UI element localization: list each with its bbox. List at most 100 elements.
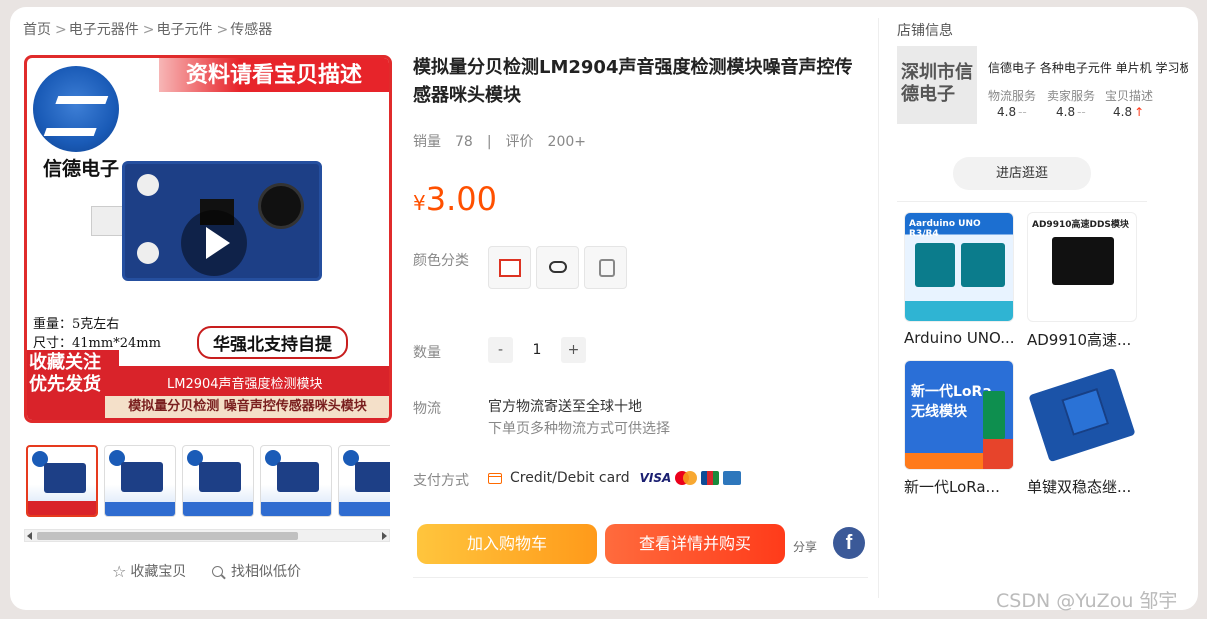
- color-option-2[interactable]: [536, 246, 579, 289]
- size-text: 尺寸：41mm*24mm: [33, 336, 161, 351]
- review-label: 评价: [505, 134, 534, 150]
- scroll-right-icon[interactable]: [382, 532, 387, 540]
- swatch-image: [499, 259, 521, 277]
- brand-logo-icon: [33, 66, 119, 152]
- microphone: [261, 186, 301, 226]
- store-logo[interactable]: 深圳市信德电子: [897, 46, 977, 124]
- thumbnail-strip: [24, 445, 390, 519]
- thumbnail-5[interactable]: [338, 445, 390, 517]
- color-label: 颜色分类: [413, 253, 469, 269]
- band-subtitle: 模拟量分贝检测 噪音声控传感器咪头模块: [105, 396, 389, 418]
- quantity-stepper: - 1 +: [488, 337, 586, 365]
- add-to-cart-button[interactable]: 加入购物车: [417, 524, 597, 564]
- board-picture: [915, 243, 955, 287]
- board-picture: [961, 243, 1005, 287]
- main-product-image[interactable]: 资料请看宝贝描述 信德电子 重量：5克左右 尺寸：41mm*24mm 华强北支持…: [24, 55, 392, 423]
- jcb-icon: [701, 471, 720, 485]
- shipping-line-1: 官方物流寄送至全球十地: [488, 399, 642, 415]
- band-title: LM2904声音强度检测模块: [167, 377, 323, 392]
- star-icon: ☆: [112, 561, 127, 581]
- board-picture: [1052, 237, 1114, 285]
- color-option-1[interactable]: [488, 246, 531, 289]
- store-name[interactable]: 信德电子 各种电子元件 单片机 学习板 模块: [988, 59, 1188, 76]
- quantity-minus-button[interactable]: -: [488, 337, 513, 363]
- breadcrumb-home[interactable]: 首页: [23, 22, 51, 38]
- currency-symbol: ¥: [413, 191, 426, 215]
- price-value: 3.00: [425, 180, 497, 218]
- thumbnail-3[interactable]: [182, 445, 254, 517]
- amex-icon: [723, 471, 742, 485]
- recommendation-name-2[interactable]: AD9910高速...: [1027, 329, 1139, 350]
- rec-header: AD9910高速DDS模块: [1032, 220, 1129, 230]
- thumb-band: [105, 502, 175, 516]
- share-label[interactable]: 分享: [793, 538, 817, 555]
- rec-header: Aarduino UNO R3/R4: [909, 219, 981, 239]
- recommendation-name-1[interactable]: Arduino UNO...: [904, 329, 1016, 347]
- service-score-logistics: 4.8 --: [997, 105, 1027, 119]
- breadcrumb-electronic-parts[interactable]: 电子元件: [156, 22, 212, 38]
- favorite-label: 收藏宝贝: [130, 564, 187, 580]
- thumbnail-2[interactable]: [104, 445, 176, 517]
- find-similar-button[interactable]: 找相似低价: [212, 561, 301, 581]
- thumb-band: [28, 501, 96, 515]
- rec-tag: [983, 439, 1013, 469]
- swatch-image: [549, 261, 567, 273]
- product-stats: 销量 78 | 评价 200+: [413, 131, 600, 151]
- rec-header-2: 无线模块: [911, 404, 967, 420]
- thumb-pcb: [121, 462, 163, 492]
- thumb-band: [183, 502, 253, 516]
- recommendation-name-3[interactable]: 新一代LoRa...: [904, 476, 1016, 497]
- favorite-tag-line1: 收藏关注: [29, 352, 101, 373]
- service-label-seller: 卖家服务: [1047, 89, 1096, 103]
- play-icon[interactable]: [181, 210, 247, 276]
- credit-card-icon: [488, 472, 502, 484]
- quantity-label: 数量: [413, 345, 441, 361]
- watermark: CSDN @YuZou 邹宇: [996, 590, 1178, 612]
- scrollbar-thumb[interactable]: [37, 532, 298, 540]
- thumbnail-4[interactable]: [260, 445, 332, 517]
- thumb-pcb: [277, 462, 319, 492]
- product-title: 模拟量分贝检测LM2904声音强度检测模块噪音声控传感器咪头模块: [413, 57, 853, 106]
- stats-divider: |: [486, 134, 492, 150]
- shipping-label: 物流: [413, 401, 441, 417]
- breadcrumb: 首页 > 电子元器件 > 电子元件 > 传感器: [23, 22, 273, 38]
- quantity-plus-button[interactable]: +: [561, 337, 586, 363]
- sales-value: 78: [455, 134, 473, 150]
- shipping-line-2: 下单页多种物流方式可供选择: [488, 421, 670, 437]
- sales-label: 销量: [413, 134, 441, 150]
- breadcrumb-sensors[interactable]: 传感器: [230, 22, 272, 38]
- mount-hole: [137, 242, 159, 264]
- thumbnail-scrollbar[interactable]: [24, 529, 390, 542]
- visit-store-button[interactable]: 进店逛逛: [953, 157, 1091, 190]
- facebook-share-icon[interactable]: f: [833, 527, 865, 559]
- payment-method-text: Credit/Debit card: [510, 470, 630, 486]
- quantity-input[interactable]: 1: [513, 337, 561, 365]
- search-icon: [212, 565, 223, 577]
- find-similar-label: 找相似低价: [231, 564, 301, 580]
- swatch-image: [599, 259, 615, 277]
- store-info-title: 店铺信息: [897, 23, 953, 39]
- favorite-button[interactable]: ☆ 收藏宝贝: [112, 561, 186, 581]
- thumb-band: [261, 502, 331, 516]
- review-value: 200+: [547, 134, 586, 150]
- color-option-3[interactable]: [584, 246, 627, 289]
- image-banner: 资料请看宝贝描述: [159, 58, 389, 92]
- recommendation-image-1[interactable]: Aarduino UNO R3/R4: [904, 212, 1014, 322]
- recommendation-image-2[interactable]: AD9910高速DDS模块: [1027, 212, 1137, 322]
- scroll-left-icon[interactable]: [27, 532, 32, 540]
- recommendation-name-4[interactable]: 单键双稳态继...: [1027, 476, 1139, 497]
- thumb-band: [339, 502, 390, 516]
- recommendation-image-4[interactable]: [1027, 360, 1137, 470]
- divider: [413, 577, 868, 578]
- arrow-up-icon: ↑: [1134, 105, 1145, 119]
- relay-picture: [1028, 367, 1136, 463]
- thumbnail-1[interactable]: [26, 445, 98, 517]
- payment-label: 支付方式: [413, 473, 469, 489]
- buy-now-button[interactable]: 查看详情并购买: [605, 524, 785, 564]
- recommendation-image-3[interactable]: 新一代LoRa 无线模块: [904, 360, 1014, 470]
- service-label-logistics: 物流服务: [988, 89, 1037, 103]
- breadcrumb-electronic-components[interactable]: 电子元器件: [69, 22, 139, 38]
- price: ¥3.00: [413, 180, 497, 218]
- panel-divider: [878, 18, 879, 598]
- mastercard-icon: [675, 471, 698, 485]
